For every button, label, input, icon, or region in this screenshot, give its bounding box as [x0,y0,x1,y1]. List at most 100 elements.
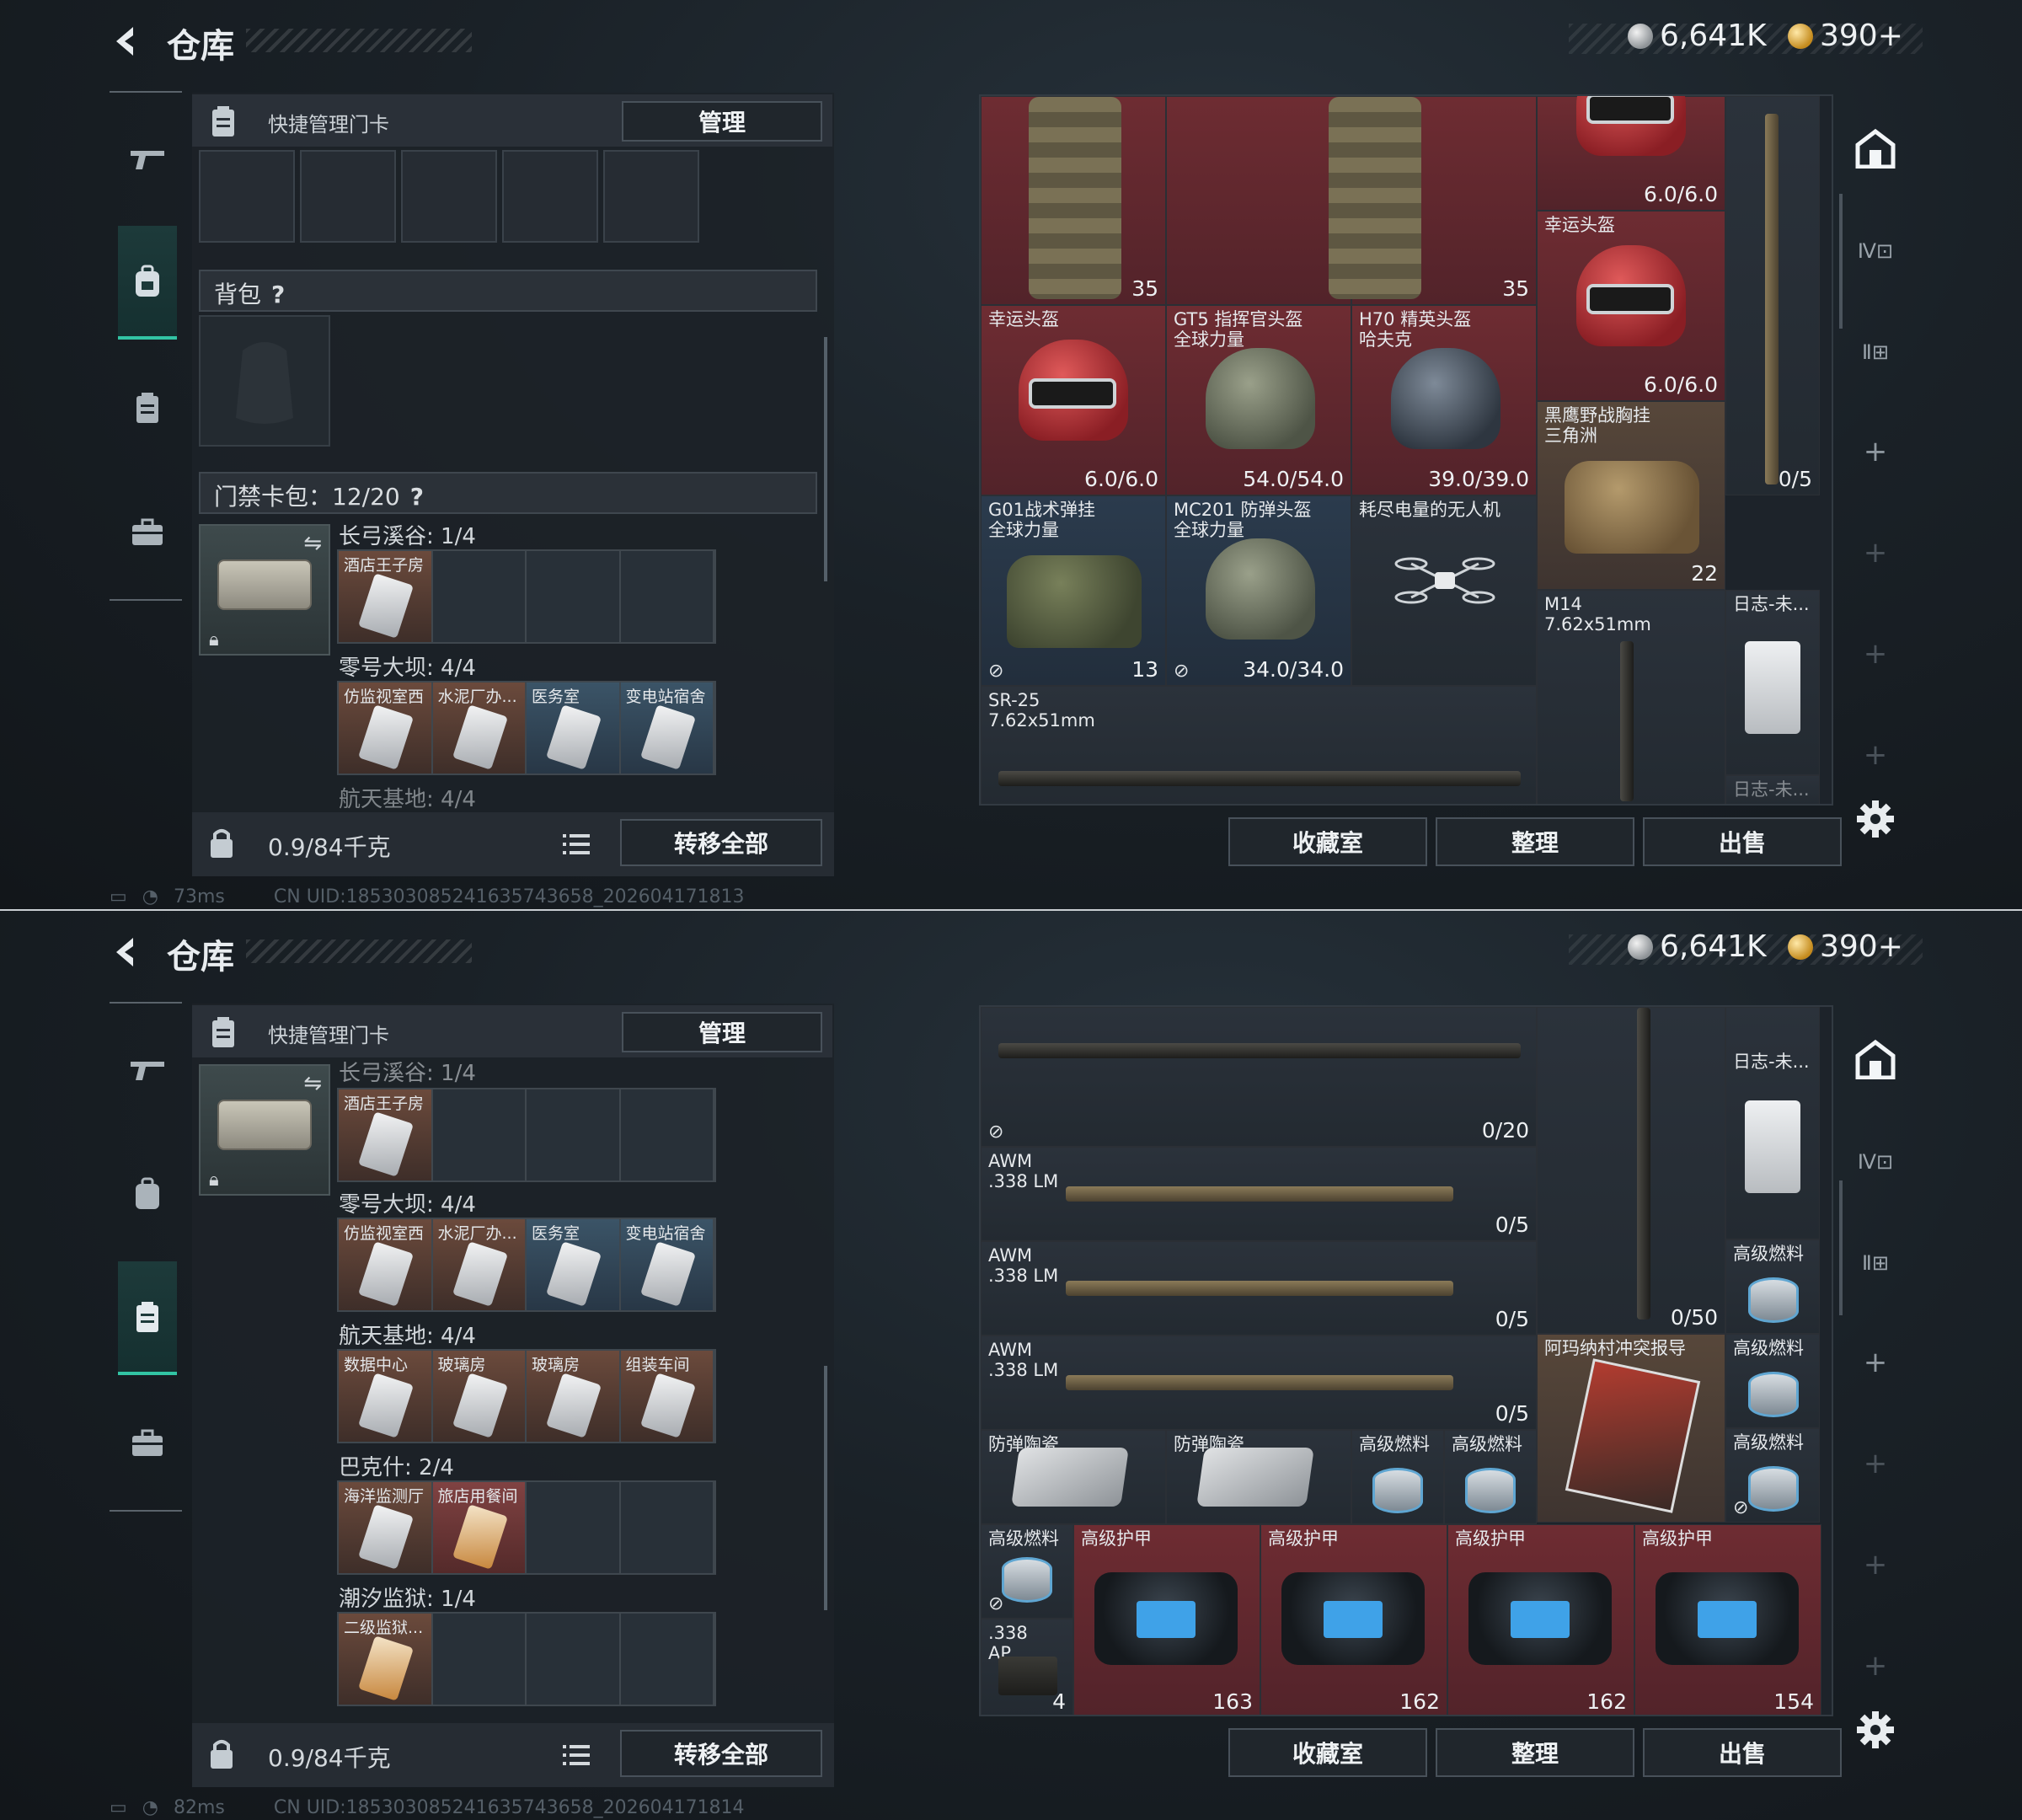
keycard-slot[interactable]: 组装车间 [620,1351,714,1442]
rail-keycard[interactable] [118,1261,177,1375]
keycard-slot-empty[interactable] [620,1614,714,1705]
inventory-item[interactable]: 高级燃料 ⊘ [981,1524,1073,1619]
manage-button[interactable]: 管理 [622,1012,822,1052]
keycard-slot[interactable]: 医务室 [527,1219,621,1310]
inventory-item[interactable]: 35 [981,96,1166,305]
inventory-item[interactable]: 幸运头盔 6.0/6.0 [1537,211,1725,401]
inventory-item[interactable]: 防弹陶瓷 [1166,1430,1351,1524]
cardpack-item[interactable]: ⇋ 🔒︎ [199,524,330,656]
keycard-slot-empty[interactable] [527,1482,621,1573]
keycard-slot[interactable]: 医务室 [527,682,621,774]
inventory-item[interactable]: 防弹陶瓷 [981,1430,1166,1524]
inventory-item[interactable]: AWM .338 LM 0/5 [981,1336,1537,1430]
keycard-slot[interactable]: 海洋监测厅 [339,1482,433,1573]
inventory-item[interactable]: ⊘ 0/20 [981,1007,1537,1147]
inventory-item[interactable]: SR-25 7.62x51mm [981,686,1537,804]
keycard-slot[interactable]: 二级监狱... [339,1614,433,1705]
quick-slot[interactable] [502,150,598,243]
warehouse-tab-icon[interactable] [1850,123,1901,174]
storage-scrollbar[interactable] [824,337,827,581]
inventory-item[interactable]: 高级燃料 [1725,1334,1820,1428]
inventory-item[interactable]: 高级燃料 [1444,1430,1537,1524]
inventory-item[interactable]: 高级燃料 ⊘ [1725,1428,1820,1523]
inventory-item[interactable]: 6.0/6.0 [1537,96,1725,211]
add-storage-icon[interactable]: + [1850,629,1901,679]
help-icon[interactable]: ? [271,281,285,308]
rail-weapon[interactable] [118,1012,177,1126]
keycard-slot[interactable]: 旅店用餐间 [432,1482,527,1573]
sell-button[interactable]: 出售 [1643,1728,1842,1777]
inventory-item[interactable]: 高级护甲 154 [1634,1524,1821,1715]
add-storage-icon[interactable]: + [1850,1539,1901,1590]
inventory-item[interactable] [1166,96,1351,305]
storage-tab-4-icon[interactable]: Ⅳ⊡ [1850,1137,1901,1187]
keycard-slot-empty[interactable] [620,1089,714,1180]
inventory-item[interactable]: 35 [1329,96,1537,305]
inventory-item[interactable]: 高级护甲 162 [1260,1524,1447,1715]
inventory-item[interactable]: MC201 防弹头盔 全球力量 ⊘ 34.0/34.0 [1166,495,1351,686]
sell-button[interactable]: 出售 [1643,817,1842,866]
cardpack-item[interactable]: ⇋ 🔒︎ [199,1064,330,1196]
keycard-slot-empty[interactable] [432,551,527,642]
rail-case[interactable] [118,1386,177,1500]
storage-tab-2-icon[interactable]: Ⅱ⊞ [1850,327,1901,377]
add-storage-icon[interactable]: + [1850,730,1901,780]
settings-gear-icon[interactable] [1855,1710,1896,1750]
inventory-item[interactable]: G01战术弹挂 全球力量 ⊘ 13 [981,495,1166,686]
inventory-item[interactable]: 0/50 [1537,1007,1725,1334]
keycard-slot[interactable]: 酒店王子房 [339,551,433,642]
keycard-slot-empty[interactable] [620,551,714,642]
rail-backpack[interactable] [118,1137,177,1250]
keycard-slot-empty[interactable] [620,1482,714,1573]
add-storage-icon[interactable]: + [1850,1337,1901,1388]
sort-button[interactable]: 整理 [1436,817,1634,866]
back-arrow-icon[interactable] [108,933,147,972]
gold-currency[interactable]: 390+ [1788,19,1903,53]
keycard-slot[interactable]: 仿监视室西 [339,682,433,774]
storage-scrollbar[interactable] [824,1366,827,1610]
back-arrow-icon[interactable] [108,22,147,61]
inventory-item[interactable]: 高级护甲 163 [1073,1524,1260,1715]
warehouse-tab-icon[interactable] [1850,1034,1901,1084]
swap-arrows-icon[interactable]: ⇋ [303,531,322,556]
settings-gear-icon[interactable] [1855,799,1896,839]
collection-button[interactable]: 收藏室 [1228,817,1427,866]
inventory-item[interactable]: AWM .338 LM 0/5 [981,1147,1537,1241]
keycard-slot[interactable]: 变电站宿舍 [620,1219,714,1310]
inventory-item[interactable]: 高级燃料 [1725,1239,1820,1334]
rail-keycard[interactable] [118,351,177,464]
quick-slot[interactable] [199,150,295,243]
inventory-item[interactable]: 高级护甲 162 [1447,1524,1634,1715]
add-storage-icon[interactable]: + [1850,1641,1901,1691]
collection-button[interactable]: 收藏室 [1228,1728,1427,1777]
quick-slot[interactable] [300,150,396,243]
add-storage-icon[interactable]: + [1850,1438,1901,1489]
keycard-slot[interactable]: 水泥厂办... [432,1219,527,1310]
keycard-slot[interactable]: 数据中心 [339,1351,433,1442]
inventory-item[interactable]: 黑鹰野战胸挂 三角洲 22 [1537,401,1725,590]
keycard-slot[interactable]: 玻璃房 [432,1351,527,1442]
inventory-item[interactable]: H70 精英头盔 哈夫克 39.0/39.0 [1351,305,1537,495]
storage-tab-4-icon[interactable]: Ⅳ⊡ [1850,226,1901,276]
help-icon[interactable]: ? [410,483,424,511]
inventory-item[interactable]: GT5 指挥官头盔 全球力量 54.0/54.0 [1166,305,1351,495]
inventory-item[interactable]: 耗尽电量的无人机 [1351,495,1537,686]
transfer-all-button[interactable]: 转移全部 [620,1730,822,1777]
add-storage-icon[interactable]: + [1850,426,1901,477]
list-icon[interactable] [556,1735,596,1775]
keycard-slot-empty[interactable] [527,551,621,642]
add-storage-icon[interactable]: + [1850,527,1901,578]
keycard-slot-empty[interactable] [432,1089,527,1180]
list-icon[interactable] [556,824,596,864]
inventory-item[interactable]: 0/5 [1725,96,1820,495]
sort-button[interactable]: 整理 [1436,1728,1634,1777]
rail-backpack[interactable] [118,226,177,340]
inventory-item[interactable]: .338 AP 4 [981,1619,1073,1715]
inventory-item[interactable]: 幸运头盔 6.0/6.0 [981,305,1166,495]
inventory-item[interactable]: 日志-未... [1725,590,1820,775]
gold-currency[interactable]: 390+ [1788,929,1903,964]
rail-weapon[interactable] [118,101,177,215]
inventory-item[interactable]: 日志-未... [1725,775,1820,804]
transfer-all-button[interactable]: 转移全部 [620,819,822,866]
keycard-slot[interactable]: 水泥厂办... [432,682,527,774]
